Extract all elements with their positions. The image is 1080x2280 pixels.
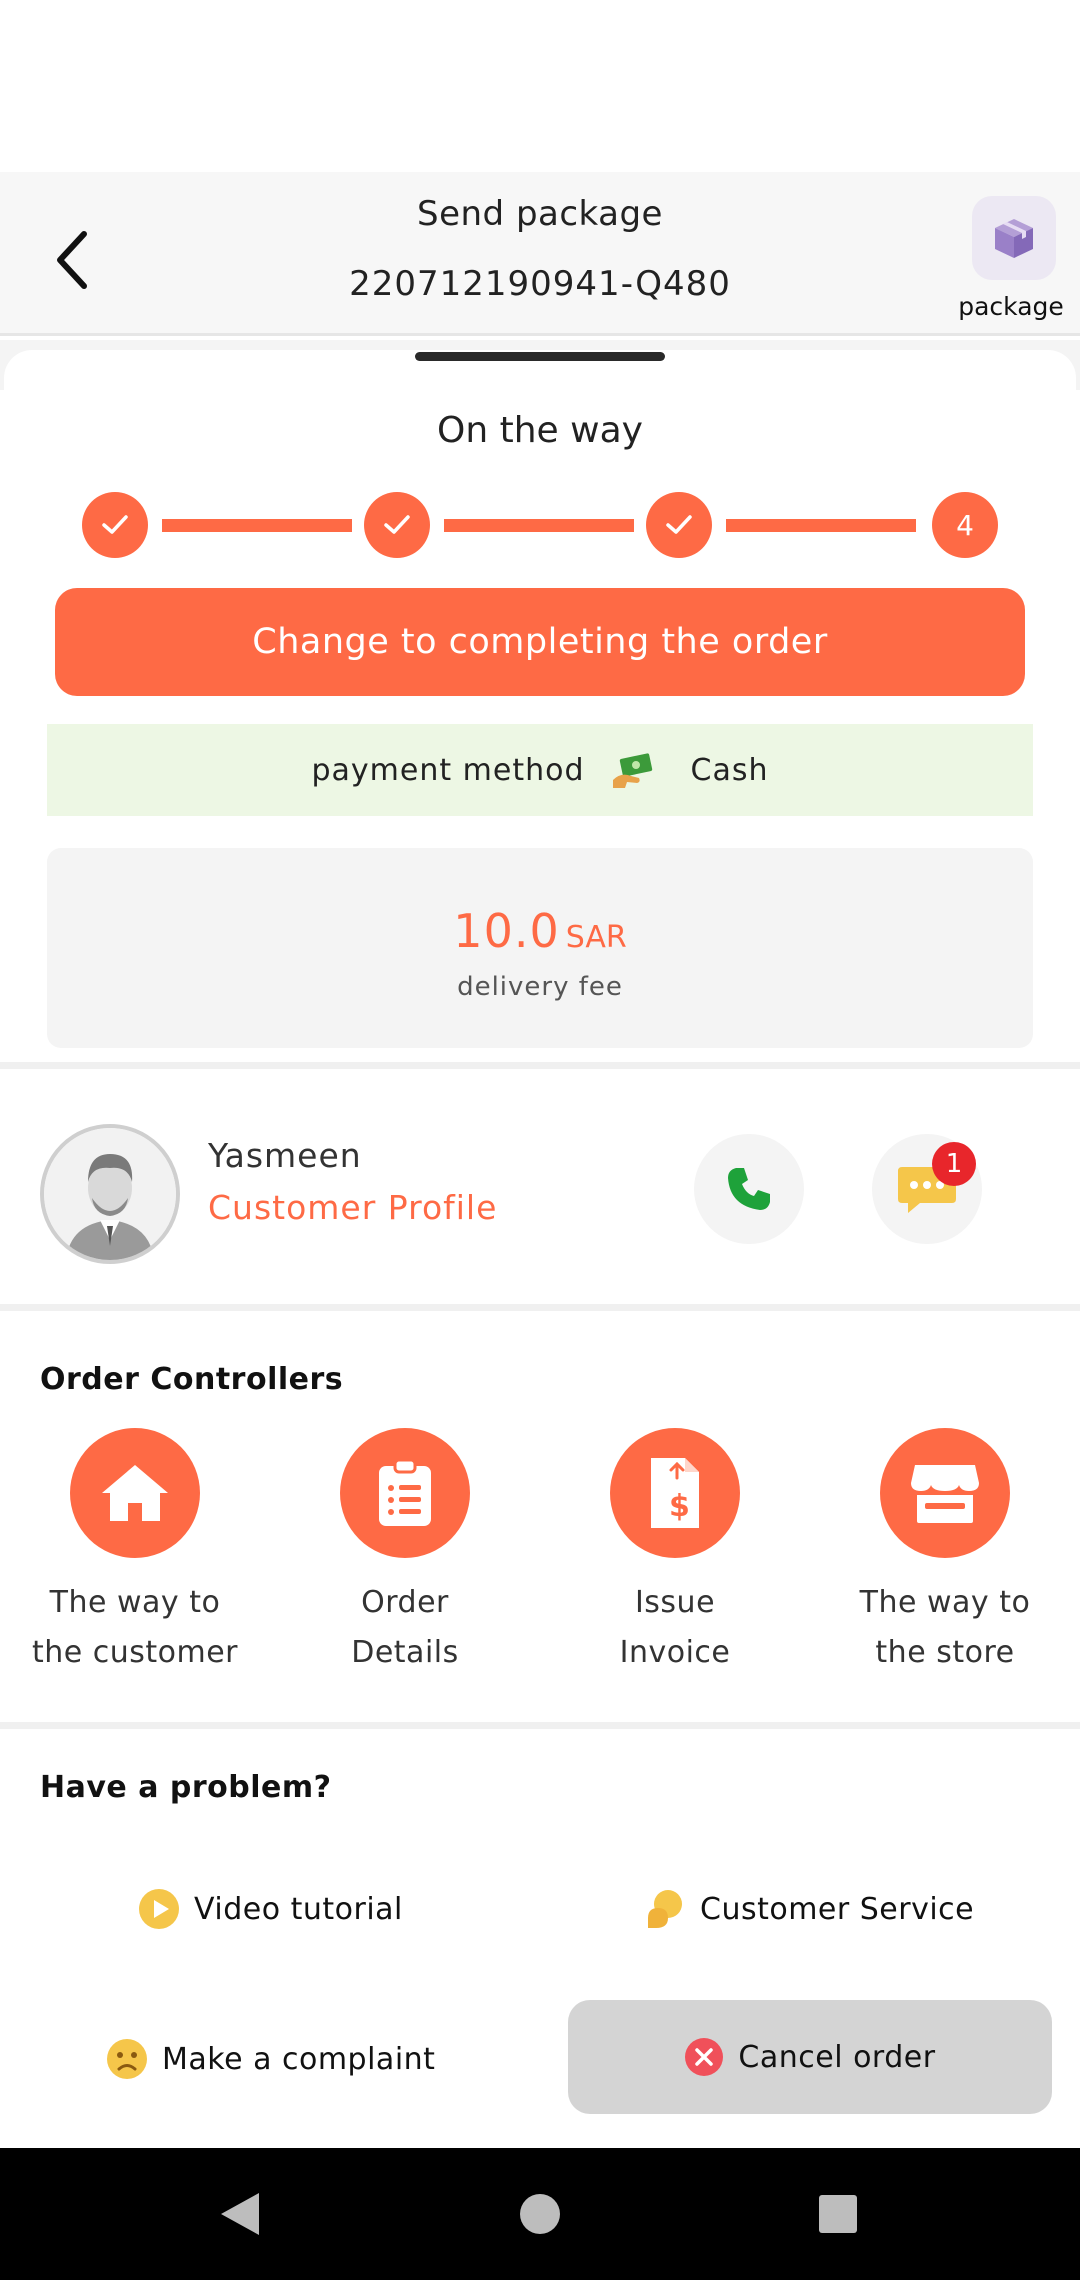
cash-hand-icon [611,750,655,790]
video-tutorial-label: Video tutorial [194,1891,403,1927]
customer-service-button[interactable]: Customer Service [644,1888,974,1930]
fee-label: delivery fee [457,972,623,1002]
controller-issue-invoice[interactable]: $ Issue Invoice [540,1428,810,1678]
customer-name: Yasmeen [208,1136,362,1175]
unread-badge: 1 [932,1142,976,1186]
home-icon [70,1428,200,1558]
sheet-backdrop [0,340,1080,410]
check-icon [666,515,692,534]
make-complaint-button[interactable]: Make a complaint [106,2038,435,2080]
call-button[interactable] [694,1134,804,1244]
store-icon [880,1428,1010,1558]
payment-method-value: Cash [690,752,769,788]
fee-value: 10.0 [453,904,560,958]
complete-order-button[interactable]: Change to completing the order [55,588,1025,696]
controller-label: The way to the store [859,1585,1031,1670]
payment-method-row: payment method Cash [47,724,1033,816]
clipboard-list-icon [340,1428,470,1558]
customer-profile-link[interactable]: Customer Profile [208,1188,497,1227]
triangle-back-icon [221,2193,259,2235]
controller-way-to-store[interactable]: The way to the store [810,1428,1080,1678]
chat-button[interactable]: 1 [872,1134,982,1244]
progress-stepper: 4 [82,492,998,558]
system-nav-bar [0,2148,1080,2280]
section-divider [0,1304,1080,1311]
close-circle-icon [684,2037,724,2077]
cancel-order-button[interactable]: Cancel order [568,2000,1052,2114]
order-status-title: On the way [437,410,643,451]
customer-card: Yasmeen Customer Profile 1 [0,1080,1080,1304]
customer-service-label: Customer Service [700,1891,975,1927]
order-number: 220712190941-Q480 [349,264,731,304]
make-complaint-label: Make a complaint [162,2041,436,2077]
phone-icon [728,1168,770,1210]
check-icon [384,515,410,534]
drag-handle[interactable] [415,352,665,361]
step-3 [646,492,712,558]
payment-method-label: payment method [311,752,585,788]
section-divider [0,1722,1080,1729]
step-2 [364,492,430,558]
package-button[interactable]: package [956,184,1066,324]
nav-back-button[interactable] [210,2184,270,2244]
step-connector [444,519,634,532]
section-divider [0,1062,1080,1069]
step-connector [726,519,916,532]
nav-home-button[interactable] [510,2184,570,2244]
check-icon [102,515,128,534]
app-header: Send package 220712190941-Q480 package [0,172,1080,336]
page-title: Send package [417,194,663,234]
status-bar-space [0,0,1080,170]
play-icon [138,1888,180,1930]
step-4: 4 [932,492,998,558]
invoice-icon: $ [610,1428,740,1558]
avatar[interactable] [40,1124,180,1264]
controller-label: Order Details [351,1585,459,1670]
svg-text:$: $ [669,1489,690,1524]
fee-currency: SAR [565,920,627,955]
controller-label: Issue Invoice [619,1585,731,1670]
fee-amount: 10.0 SAR [47,904,1033,958]
cancel-order-label: Cancel order [738,2039,936,2075]
controller-label: The way to the customer [31,1585,239,1670]
package-label: package [958,292,1064,321]
square-recents-icon [819,2195,857,2233]
video-tutorial-button[interactable]: Video tutorial [138,1888,403,1930]
controller-way-to-customer[interactable]: The way to the customer [0,1428,270,1678]
controller-order-details[interactable]: Order Details [270,1428,540,1678]
step-connector [162,519,352,532]
controllers-title: Order Controllers [40,1362,344,1397]
sad-face-icon [106,2038,148,2080]
package-icon [972,196,1056,280]
circle-home-icon [520,2194,560,2234]
delivery-fee-card: 10.0 SAR delivery fee [47,848,1033,1048]
nav-recents-button[interactable] [808,2184,868,2244]
support-chat-icon [644,1888,686,1930]
step-1 [82,492,148,558]
problem-title: Have a problem? [40,1770,332,1805]
